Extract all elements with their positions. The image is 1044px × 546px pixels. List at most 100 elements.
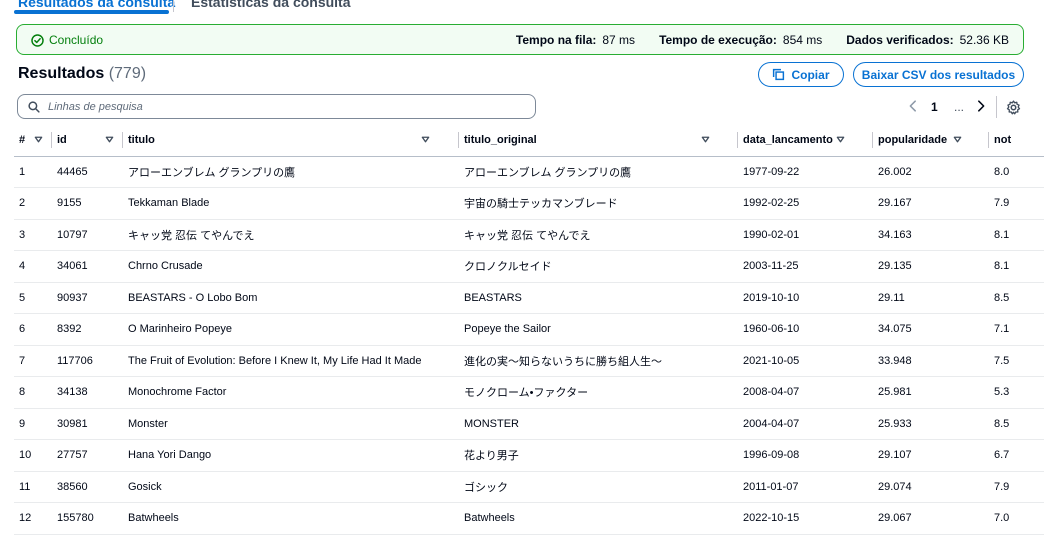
data-scanned-label: Dados verificados:	[846, 33, 954, 47]
popularidade-cell: 29.074	[873, 471, 989, 503]
data-lancamento-cell: 2021-10-05	[738, 345, 873, 377]
results-heading: Resultados (779)	[18, 65, 146, 83]
column-header[interactable]: titulo	[123, 124, 459, 157]
tab-query-results[interactable]: Resultados da consulta	[18, 0, 175, 10]
gear-icon[interactable]	[1006, 100, 1021, 115]
sort-caret-icon[interactable]	[836, 135, 845, 144]
data-lancamento-cell: 1977-09-22	[738, 156, 873, 188]
titulo-cell: Chrno Crusade	[123, 250, 459, 283]
nota-cell: 8.1	[989, 250, 1044, 283]
pagination-ellipsis: ...	[954, 100, 965, 114]
nota-cell: 8.1	[989, 219, 1044, 251]
column-header-label: #	[19, 133, 26, 146]
data-lancamento-cell: 2022-10-15	[738, 502, 873, 535]
popularidade-cell: 26.002	[873, 156, 989, 188]
titulo-original-cell: Batwheels	[459, 502, 738, 535]
table-row[interactable]: 10 27757 Hana Yori Dango 花より男子 1996-09-08 29.…	[14, 439, 1044, 472]
titulo-cell: Tekkaman Blade	[123, 187, 459, 220]
id-cell: 90937	[52, 282, 123, 314]
tab-query-stats[interactable]: Estatísticas da consulta	[191, 0, 351, 10]
exec-time-metric: Tempo de execução: 854 ms	[659, 33, 822, 47]
table-row[interactable]: 11 38560 Gosick ゴシック 2011-01-07 29.074 7.9	[14, 471, 1044, 503]
popularidade-cell: 33.948	[873, 345, 989, 377]
table-row[interactable]: 12 155780 Batwheels Batwheels 2022-10-15 29.0…	[14, 502, 1044, 535]
table-row[interactable]: 4 34061 Chrno Crusade クロノクルセイド 2003-11-25 29.…	[14, 250, 1044, 283]
table-row[interactable]: 6 8392 O Marinheiro Popeye Popeye the Sailo…	[14, 313, 1044, 346]
data-lancamento-cell: 1990-02-01	[738, 219, 873, 251]
table-row[interactable]: 3 10797 キャッ党 忍伝 てやんでえ キャッ党 忍伝 てやんでえ 1990-02-…	[14, 219, 1044, 251]
column-header[interactable]: titulo_original	[459, 124, 738, 157]
titulo-cell: O Marinheiro Popeye	[123, 313, 459, 346]
sort-caret-icon[interactable]	[953, 135, 962, 144]
queue-time-label: Tempo na fila:	[515, 33, 597, 47]
nota-cell: 5.3	[989, 376, 1044, 409]
row-number-cell: 2	[14, 187, 52, 220]
nota-cell: 7.1	[989, 313, 1044, 346]
search-icon	[28, 101, 40, 113]
table-row[interactable]: 2 9155 Tekkaman Blade 宇宙の騎士テッカマンブレード 1992-02…	[14, 187, 1044, 220]
row-number-cell: 6	[14, 313, 52, 346]
exec-time-value: 854 ms	[782, 33, 823, 47]
row-number-cell: 10	[14, 439, 52, 472]
id-cell: 10797	[52, 219, 123, 251]
id-cell: 155780	[52, 502, 123, 535]
results-title: Resultados	[18, 65, 105, 82]
nota-cell: 6.7	[989, 439, 1044, 472]
sort-caret-icon[interactable]	[105, 135, 114, 144]
download-csv-button[interactable]: Baixar CSV dos resultados	[853, 62, 1024, 87]
table-row[interactable]: 1 44465 アローエンブレム グランプリの鷹 アローエンブレム グランプリの鷹 19…	[14, 156, 1044, 188]
column-header[interactable]: popularidade	[873, 124, 989, 157]
titulo-original-cell: 花より男子	[459, 439, 738, 472]
data-lancamento-cell: 2011-01-07	[738, 471, 873, 503]
row-number-cell: 7	[14, 345, 52, 377]
status-indicator: Concluído	[31, 33, 103, 47]
results-table-wrapper: # id titulo titulo_original data_lancame…	[0, 124, 1044, 546]
popularidade-cell: 29.11	[873, 282, 989, 314]
data-lancamento-cell: 1960-06-10	[738, 313, 873, 346]
row-number-cell: 12	[14, 502, 52, 535]
results-count: (779)	[108, 65, 147, 82]
nota-cell: 7.5	[989, 345, 1044, 377]
search-box	[17, 94, 536, 119]
id-cell: 9155	[52, 187, 123, 220]
table-body: 1 44465 アローエンブレム グランプリの鷹 アローエンブレム グランプリの鷹 19…	[14, 156, 1044, 535]
row-number-cell: 8	[14, 376, 52, 409]
data-lancamento-cell: 2019-10-10	[738, 282, 873, 314]
titulo-original-cell: モノクローム•ファクター	[459, 376, 738, 409]
row-number-cell: 9	[14, 408, 52, 440]
queue-time-metric: Tempo na fila: 87 ms	[516, 33, 635, 47]
table-row[interactable]: 7 117706 The Fruit of Evolution: Before I …	[14, 345, 1044, 377]
chevron-left-icon[interactable]	[906, 99, 920, 113]
column-header[interactable]: data_lancamento	[738, 124, 873, 157]
sort-caret-icon[interactable]	[34, 135, 43, 144]
column-header[interactable]: not	[989, 124, 1044, 157]
sort-caret-icon[interactable]	[701, 135, 710, 144]
id-cell: 44465	[52, 156, 123, 188]
table-row[interactable]: 5 90937 BEASTARS - O Lobo Bom BEASTARS 2019-…	[14, 282, 1044, 314]
popularidade-cell: 34.163	[873, 219, 989, 251]
titulo-cell: The Fruit of Evolution: Before I Knew It…	[123, 345, 459, 377]
column-header[interactable]: id	[52, 124, 123, 157]
popularidade-cell: 34.075	[873, 313, 989, 346]
download-csv-label: Baixar CSV dos resultados	[861, 67, 1016, 82]
table-row[interactable]: 8 34138 Monochrome Factor モノクローム•ファクター 2008-…	[14, 376, 1044, 409]
id-cell: 38560	[52, 471, 123, 503]
popularidade-cell: 29.067	[873, 502, 989, 535]
exec-time-label: Tempo de execução:	[659, 33, 777, 47]
copy-button[interactable]: Copiar	[758, 62, 844, 87]
column-header[interactable]: #	[14, 124, 52, 157]
pagination-current-page[interactable]: 1	[931, 100, 938, 114]
nota-cell: 8.0	[989, 156, 1044, 188]
titulo-cell: Monochrome Factor	[123, 376, 459, 409]
queue-time-value: 87 ms	[602, 33, 636, 47]
check-circle-icon	[31, 33, 44, 47]
table-row[interactable]: 9 30981 Monster MONSTER 2004-04-07 25.933 8.5	[14, 408, 1044, 440]
nota-cell: 8.5	[989, 282, 1044, 314]
tab-bar: Resultados da consulta Estatísticas da c…	[0, 0, 1044, 14]
row-number-cell: 11	[14, 471, 52, 503]
search-input[interactable]	[48, 98, 528, 115]
nota-cell: 7.9	[989, 187, 1044, 220]
sort-caret-icon[interactable]	[421, 135, 430, 144]
chevron-right-icon[interactable]	[974, 99, 988, 113]
popularidade-cell: 29.107	[873, 439, 989, 472]
